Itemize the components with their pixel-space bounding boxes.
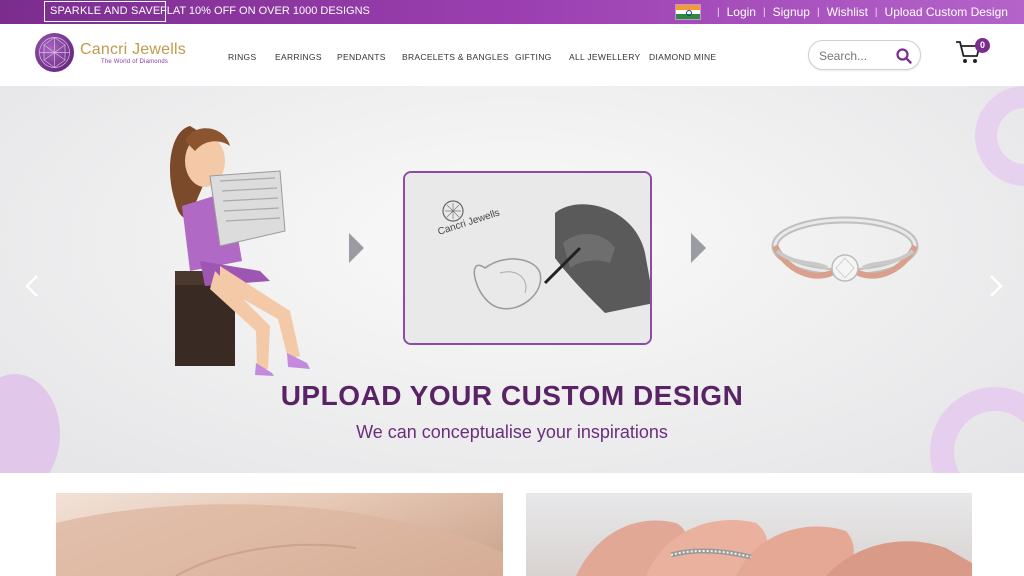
nav-rings[interactable]: RINGS: [228, 52, 256, 62]
chevron-left-icon[interactable]: [22, 274, 42, 298]
hero-banner[interactable]: Cancri Jewells UPLOAD YOUR CUSTOM DESIGN…: [0, 86, 1024, 473]
nav-all-jewellery[interactable]: ALL JEWELLERY: [569, 52, 640, 62]
search-box: [808, 40, 921, 70]
separator: |: [816, 6, 820, 18]
decorative-ring: [975, 86, 1024, 186]
hand-with-bracelet-image: [56, 504, 503, 576]
product-card-image[interactable]: [526, 493, 972, 576]
account-links: | Login | Signup | Wishlist | Upload Cus…: [710, 0, 1008, 24]
chevron-right-icon[interactable]: [986, 274, 1006, 298]
hero-title: UPLOAD YOUR CUSTOM DESIGN: [280, 380, 744, 411]
separator: |: [717, 6, 720, 18]
login-link[interactable]: Login: [727, 5, 756, 19]
sketch-image-frame: Cancri Jewells: [403, 171, 652, 345]
hero-subtitle: We can conceptualise your inspirations: [356, 422, 668, 442]
sketch-illustration: Cancri Jewells: [405, 173, 650, 343]
woman-reading-illustration: [170, 126, 310, 376]
upload-custom-design-link[interactable]: Upload Custom Design: [885, 5, 1008, 19]
hand-with-ring-image: [576, 520, 972, 576]
india-flag-icon[interactable]: [675, 4, 701, 20]
separator: |: [874, 6, 878, 18]
logo-tagline: The World of Diamonds: [101, 59, 169, 65]
signup-link[interactable]: Signup: [773, 5, 810, 19]
ring-product-image: [771, 216, 919, 282]
logo-mark-icon[interactable]: [35, 33, 74, 72]
step-arrow-icon: [691, 233, 706, 263]
cart-count-badge: 0: [975, 38, 990, 53]
promo-bar: SPARKLE AND SAVE FLAT 10% OFF ON OVER 10…: [0, 0, 1024, 24]
product-card-image[interactable]: [56, 493, 503, 576]
search-input[interactable]: [819, 47, 891, 65]
nav-pendants[interactable]: PENDANTS: [337, 52, 386, 62]
nav-diamond-mine[interactable]: DIAMOND MINE: [649, 52, 716, 62]
nav-bracelets-bangles[interactable]: BRACELETS & BANGLES: [402, 52, 509, 62]
promo-text[interactable]: FLAT 10% OFF ON OVER 1000 DESIGNS: [160, 0, 370, 23]
separator: |: [762, 6, 766, 18]
nav-earrings[interactable]: EARRINGS: [275, 52, 322, 62]
wishlist-link[interactable]: Wishlist: [827, 5, 868, 19]
nav-gifting[interactable]: GIFTING: [515, 52, 552, 62]
promo-badge[interactable]: SPARKLE AND SAVE: [44, 1, 167, 22]
step-arrow-icon: [349, 233, 364, 263]
search-icon[interactable]: [895, 47, 913, 65]
logo-name[interactable]: Cancri Jewells: [80, 41, 186, 59]
